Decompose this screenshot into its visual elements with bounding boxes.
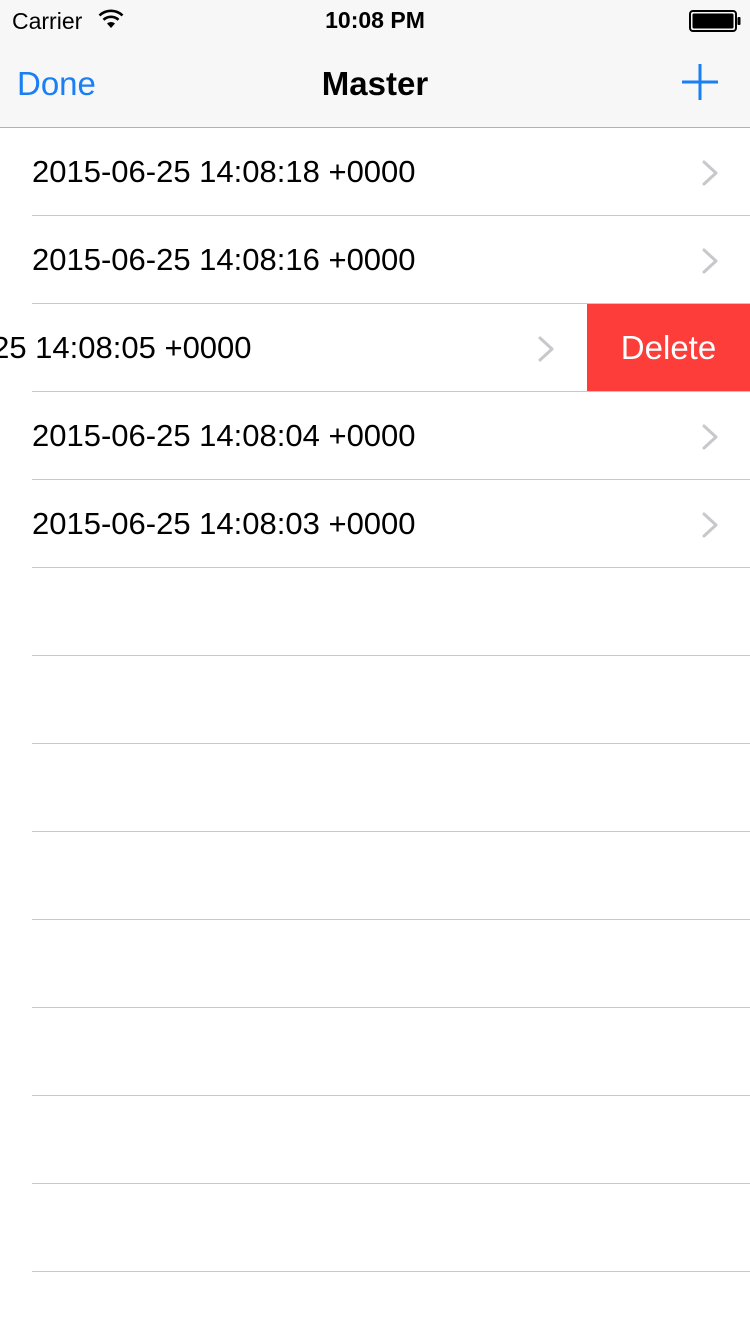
table-row[interactable]: Delete 2015-06-25 14:08:05 +0000 bbox=[0, 304, 750, 392]
delete-button[interactable]: Delete bbox=[587, 304, 750, 392]
row-separator bbox=[32, 567, 750, 568]
chevron-right-icon bbox=[701, 247, 719, 275]
empty-row-separator bbox=[32, 1183, 750, 1184]
status-time: 10:08 PM bbox=[325, 7, 425, 33]
empty-row-separator bbox=[32, 1095, 750, 1096]
empty-row-separator bbox=[32, 831, 750, 832]
empty-row-separator bbox=[32, 1271, 750, 1272]
empty-row-separator bbox=[32, 655, 750, 656]
row-label: 2015-06-25 14:08:18 +0000 bbox=[32, 154, 416, 189]
row-label: 2015-06-25 14:08:04 +0000 bbox=[32, 418, 416, 453]
battery-icon bbox=[689, 10, 741, 32]
row-label: 2015-06-25 14:08:16 +0000 bbox=[32, 242, 416, 277]
empty-row-separator bbox=[32, 743, 750, 744]
empty-row-separator bbox=[32, 1007, 750, 1008]
row-content[interactable]: 2015-06-25 14:08:05 +0000 bbox=[0, 304, 586, 392]
table-row[interactable]: 2015-06-25 14:08:04 +0000 bbox=[0, 392, 750, 480]
status-bar: Carrier 10:08 PM bbox=[0, 0, 750, 40]
row-content[interactable]: 2015-06-25 14:08:18 +0000 bbox=[0, 128, 750, 216]
chevron-right-icon bbox=[701, 511, 719, 539]
row-label: 2015-06-25 14:08:03 +0000 bbox=[32, 506, 416, 541]
navigation-bar: Done Master bbox=[0, 40, 750, 128]
chevron-right-icon bbox=[537, 335, 555, 363]
table-row[interactable]: 2015-06-25 14:08:18 +0000 bbox=[0, 128, 750, 216]
row-content[interactable]: 2015-06-25 14:08:16 +0000 bbox=[0, 216, 750, 304]
row-content[interactable]: 2015-06-25 14:08:03 +0000 bbox=[0, 480, 750, 568]
empty-row-separator bbox=[32, 919, 750, 920]
chevron-right-icon bbox=[701, 423, 719, 451]
master-table: 2015-06-25 14:08:18 +0000 2015-06-25 14:0… bbox=[0, 128, 750, 1334]
page-title: Master bbox=[321, 65, 429, 102]
plus-icon[interactable] bbox=[680, 62, 720, 102]
row-content[interactable]: 2015-06-25 14:08:04 +0000 bbox=[0, 392, 750, 480]
table-row[interactable]: 2015-06-25 14:08:16 +0000 bbox=[0, 216, 750, 304]
table-row[interactable]: 2015-06-25 14:08:03 +0000 bbox=[0, 480, 750, 568]
row-label: 2015-06-25 14:08:05 +0000 bbox=[0, 330, 252, 365]
chevron-right-icon bbox=[701, 159, 719, 187]
